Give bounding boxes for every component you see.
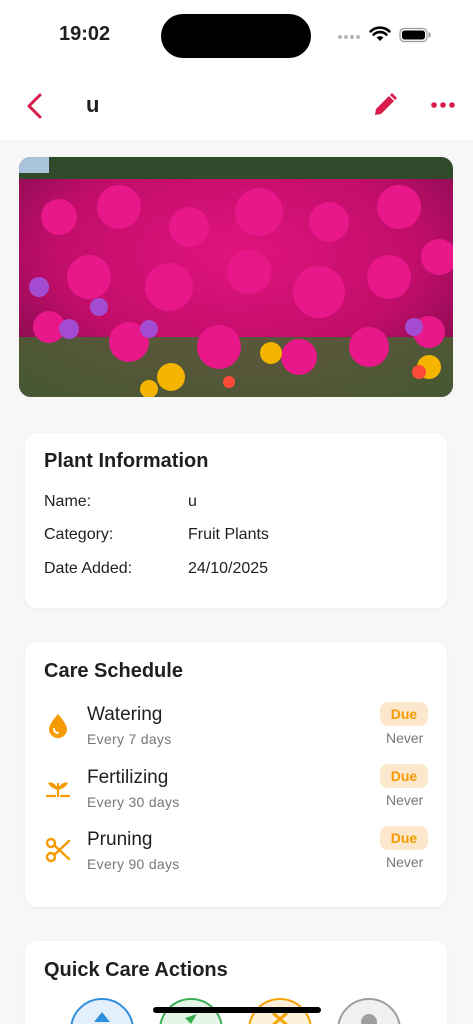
pruning-frequency: Every 90 days	[87, 856, 180, 872]
date-added-label: Date Added:	[44, 560, 133, 577]
water-action-button[interactable]	[70, 998, 134, 1024]
more-action-button[interactable]	[337, 998, 401, 1024]
status-time: 19:02	[59, 23, 111, 45]
plant-photo	[19, 157, 453, 397]
plant-information-card: Plant Information Name: u Category: Frui…	[25, 433, 447, 608]
date-added-value: 24/10/2025	[188, 560, 269, 577]
category-label: Category:	[44, 526, 114, 543]
care-schedule-title: Care Schedule	[44, 660, 183, 682]
page-title: u	[86, 92, 100, 117]
wifi-icon	[369, 26, 391, 41]
water-action-icon	[94, 1012, 110, 1022]
battery-icon	[399, 27, 431, 43]
water-drop-icon	[49, 714, 67, 738]
care-schedule-card: Care Schedule Watering Every 7 days Due …	[25, 642, 447, 907]
sprout-icon	[45, 782, 71, 798]
pruning-due-badge: Due	[380, 826, 428, 850]
watering-name: Watering	[87, 704, 163, 725]
more-action-icon	[361, 1014, 377, 1024]
more-options-button[interactable]	[430, 94, 456, 116]
edit-button[interactable]	[372, 92, 398, 118]
back-button[interactable]	[22, 92, 48, 120]
fertilizing-last-done: Never	[386, 792, 424, 808]
scissors-icon	[45, 837, 71, 863]
name-label: Name:	[44, 493, 92, 510]
home-indicator	[153, 1007, 321, 1013]
dynamic-island	[161, 14, 311, 58]
pruning-name: Pruning	[87, 829, 153, 850]
fertilizing-name: Fertilizing	[87, 767, 169, 788]
cellular-signal-icon	[338, 35, 360, 39]
pruning-last-done: Never	[386, 854, 424, 870]
status-bar: 19:02	[0, 0, 473, 72]
navigation-bar: u	[0, 72, 473, 140]
quick-care-actions-title: Quick Care Actions	[44, 959, 228, 981]
category-value: Fruit Plants	[188, 526, 269, 543]
fertilizing-due-badge: Due	[380, 764, 428, 788]
fertilizing-frequency: Every 30 days	[87, 794, 180, 810]
plant-information-title: Plant Information	[44, 450, 209, 472]
watering-frequency: Every 7 days	[87, 731, 172, 747]
watering-due-badge: Due	[380, 702, 428, 726]
name-value: u	[188, 493, 197, 510]
watering-last-done: Never	[386, 730, 424, 746]
